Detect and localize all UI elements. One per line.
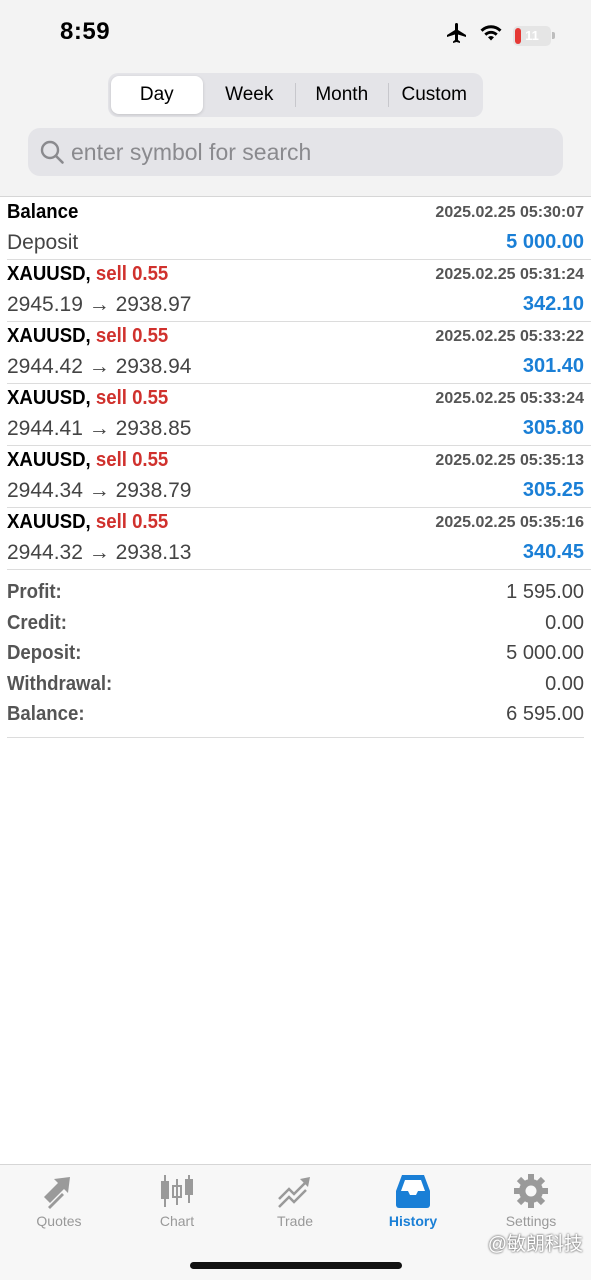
row-title: XAUUSD, sell 0.55	[7, 511, 169, 533]
row-date: 2025.02.25 05:35:16	[435, 514, 584, 531]
home-indicator	[190, 1262, 402, 1269]
summary-row-withdrawal: Withdrawal: 0.00	[7, 670, 584, 701]
tab-label: Trade	[276, 1213, 314, 1229]
row-title: XAUUSD, sell 0.55	[7, 325, 169, 347]
sell-label: sell 0.55	[95, 449, 169, 471]
status-bar: 8:59 11	[0, 0, 591, 64]
row-price-change: 2944.41 → 2938.85	[7, 417, 192, 440]
tab-custom[interactable]: Custom	[389, 76, 481, 114]
row-title: XAUUSD, sell 0.55	[7, 387, 169, 409]
row-price-change: 2945.19 → 2938.97	[7, 293, 192, 316]
row-price-change: 2944.34 → 2938.79	[7, 479, 192, 502]
row-date: 2025.02.25 05:33:22	[435, 328, 584, 345]
history-row[interactable]: XAUUSD, sell 0.55 2025.02.25 05:35:13 29…	[7, 446, 591, 508]
battery-icon: 11	[513, 25, 551, 46]
history-row[interactable]: Balance 2025.02.25 05:30:07 Deposit 5 00…	[7, 198, 591, 260]
sell-label: sell 0.55	[95, 387, 169, 409]
tab-chart[interactable]: Chart	[118, 1173, 236, 1229]
summary-label: Deposit:	[7, 642, 82, 664]
tab-trade[interactable]: Trade	[236, 1173, 354, 1229]
search-input[interactable]	[71, 138, 541, 166]
history-row[interactable]: XAUUSD, sell 0.55 2025.02.25 05:33:22 29…	[7, 322, 591, 384]
summary-row-credit: Credit: 0.00	[7, 609, 584, 640]
inbox-icon	[354, 1173, 472, 1209]
tab-week[interactable]: Week	[204, 76, 296, 114]
row-amount: 5 000.00	[506, 231, 584, 253]
summary-value: 0.00	[545, 611, 584, 634]
gear-icon	[472, 1173, 590, 1209]
summary-label: Profit:	[7, 581, 62, 603]
row-title: XAUUSD, sell 0.55	[7, 263, 169, 285]
search-bar[interactable]	[28, 128, 563, 176]
row-amount: 305.25	[522, 479, 584, 501]
row-subtitle: Deposit	[7, 231, 79, 254]
trade-icon	[236, 1173, 354, 1209]
row-amount: 340.45	[522, 541, 584, 563]
row-price-change: 2944.32 → 2938.13	[7, 541, 192, 564]
tab-settings[interactable]: Settings	[472, 1173, 590, 1229]
quotes-icon	[0, 1173, 118, 1209]
history-list: Balance 2025.02.25 05:30:07 Deposit 5 00…	[0, 198, 591, 570]
summary-label: Credit:	[7, 611, 67, 634]
summary-row-deposit: Deposit: 5 000.00	[7, 639, 584, 670]
history-row[interactable]: XAUUSD, sell 0.55 2025.02.25 05:35:16 29…	[7, 508, 591, 570]
tab-label: Settings	[505, 1213, 557, 1229]
tab-month[interactable]: Month	[296, 76, 388, 114]
period-segmented-control: Day Week Month Custom	[108, 73, 483, 117]
summary-label: Withdrawal:	[7, 672, 113, 695]
row-price-change: 2944.42 → 2938.94	[7, 355, 192, 378]
row-date: 2025.02.25 05:30:07	[435, 204, 584, 221]
history-row[interactable]: XAUUSD, sell 0.55 2025.02.25 05:31:24 29…	[7, 260, 591, 322]
row-title: XAUUSD, sell 0.55	[7, 449, 169, 471]
tab-day[interactable]: Day	[111, 76, 203, 114]
summary-value: 5 000.00	[506, 642, 584, 664]
tab-history[interactable]: History	[354, 1173, 472, 1229]
summary-row-profit: Profit: 1 595.00	[7, 578, 584, 609]
airplane-mode-icon	[445, 21, 469, 50]
summary-value: 6 595.00	[506, 703, 584, 725]
history-row[interactable]: XAUUSD, sell 0.55 2025.02.25 05:33:24 29…	[7, 384, 591, 446]
row-amount: 342.10	[522, 293, 584, 315]
tab-label: Chart	[159, 1213, 195, 1229]
row-date: 2025.02.25 05:35:13	[435, 452, 584, 469]
top-area: 8:59 11 Day Week Month Custom	[0, 0, 591, 197]
candlestick-icon	[118, 1173, 236, 1209]
row-title: Balance	[7, 201, 79, 223]
tab-label: Quotes	[36, 1213, 82, 1229]
tab-label: History	[388, 1213, 438, 1229]
summary-value: 0.00	[545, 672, 584, 695]
summary-row-balance: Balance: 6 595.00	[7, 700, 584, 731]
status-icons: 11	[445, 21, 555, 50]
sell-label: sell 0.55	[95, 325, 169, 347]
wifi-icon	[479, 23, 503, 48]
search-icon	[39, 139, 65, 165]
summary-value: 1 595.00	[506, 581, 584, 603]
battery-level: 11	[525, 28, 539, 43]
row-amount: 301.40	[522, 355, 584, 377]
status-time: 8:59	[60, 18, 111, 45]
tab-quotes[interactable]: Quotes	[0, 1173, 118, 1229]
row-date: 2025.02.25 05:31:24	[435, 266, 584, 283]
summary-label: Balance:	[7, 703, 85, 725]
row-amount: 305.80	[522, 417, 584, 439]
watermark: @敏朗科技	[487, 1234, 583, 1255]
summary-section: Profit: 1 595.00 Credit: 0.00 Deposit: 5…	[7, 578, 584, 738]
sell-label: sell 0.55	[95, 263, 169, 285]
sell-label: sell 0.55	[95, 511, 169, 533]
row-date: 2025.02.25 05:33:24	[435, 390, 584, 407]
